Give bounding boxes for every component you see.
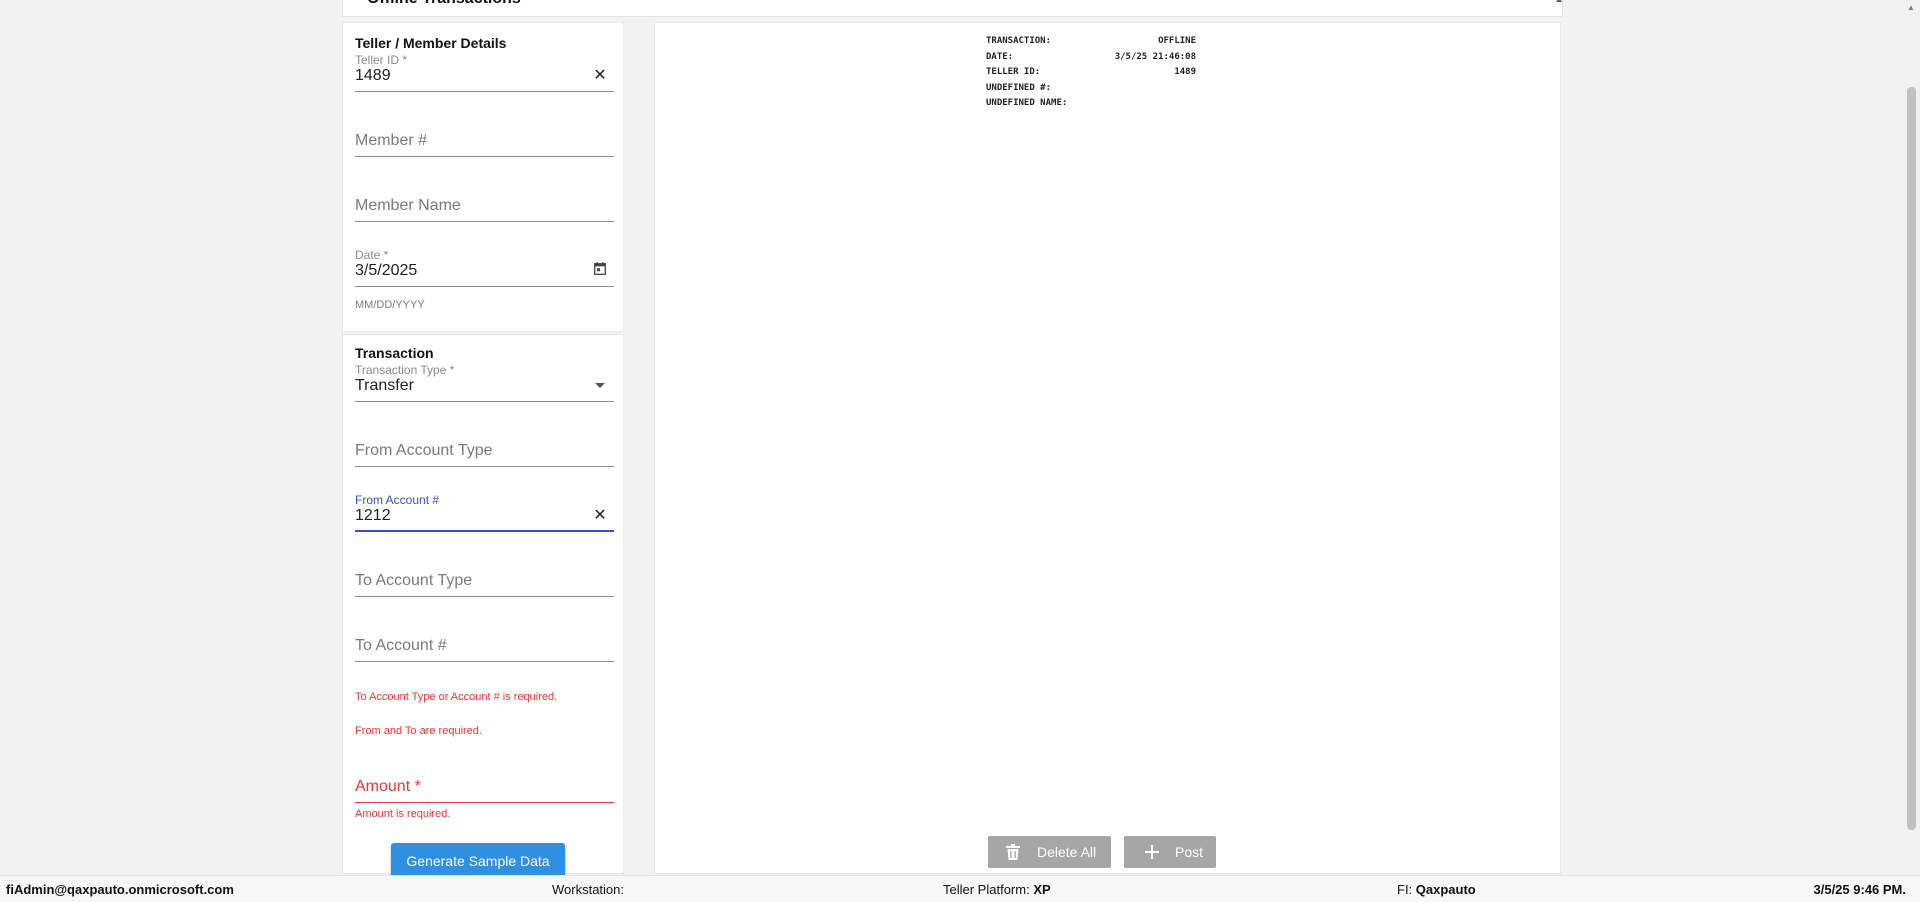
- generate-sample-data-button[interactable]: Generate Sample Data: [391, 843, 565, 879]
- workstation-info: Workstation:: [552, 882, 624, 897]
- page-title: Offline Transactions: [367, 0, 521, 8]
- receipt-value: OFFLINE: [1158, 36, 1196, 46]
- close-icon[interactable]: ✕: [592, 67, 608, 85]
- from-account-type-placeholder: From Account Type: [355, 442, 493, 459]
- fi-info: FI: Qaxpauto: [1397, 882, 1476, 897]
- post-label: Post: [1175, 844, 1204, 860]
- amount-placeholder: Amount *: [355, 778, 421, 795]
- amount-underline: [355, 802, 614, 803]
- teller-id-label: Teller ID *: [355, 53, 408, 67]
- date-format-helper: MM/DD/YYYY: [355, 299, 425, 311]
- receipt-preview: TRANSACTION: OFFLINE DATE: 3/5/25 21:46:…: [986, 36, 1196, 114]
- member-name-field[interactable]: Member Name: [355, 183, 614, 223]
- close-icon[interactable]: ✕: [592, 507, 608, 525]
- from-account-number-value: 1212: [355, 507, 391, 524]
- teller-id-field[interactable]: Teller ID * 1489 ✕: [355, 53, 614, 93]
- teller-id-underline: [355, 91, 614, 92]
- transaction-type-select[interactable]: Transaction Type * Transfer: [355, 363, 614, 403]
- fi-value: Qaxpauto: [1415, 882, 1476, 897]
- platform-value: XP: [1033, 882, 1051, 897]
- receipt-label: TELLER ID:: [986, 67, 1041, 77]
- receipt-row: TRANSACTION: OFFLINE: [986, 36, 1196, 52]
- to-account-number-underline: [355, 661, 614, 662]
- transaction-card: Transaction Transaction Type * Transfer …: [342, 334, 624, 879]
- post-button[interactable]: Post: [1124, 836, 1216, 868]
- receipt-label: UNDEFINED #:: [986, 82, 1052, 93]
- transaction-title: Transaction: [355, 345, 434, 361]
- teller-platform-info: Teller Platform: XP: [943, 882, 1051, 897]
- receipt-row: UNDEFINED NAME:: [986, 98, 1196, 114]
- date-label: Date *: [355, 248, 389, 262]
- to-account-required-error: To Account Type or Account # is required…: [355, 691, 558, 703]
- dropdown-arrow-icon[interactable]: [592, 377, 608, 395]
- receipt-row: TELLER ID: 1489: [986, 67, 1196, 83]
- member-number-underline: [355, 156, 614, 157]
- from-to-required-error: From and To are required.: [355, 725, 482, 737]
- teller-member-details-card: Teller / Member Details Teller ID * 1489…: [342, 22, 624, 332]
- vertical-scrollbar[interactable]: ▲: [1903, 0, 1920, 875]
- receipt-value: 3/5/25 21:46:08: [1114, 51, 1196, 62]
- from-account-number-field[interactable]: From Account # 1212 ✕: [355, 493, 614, 533]
- scroll-up-caret-icon: ▲: [1554, 0, 1562, 5]
- footer-datetime: 3/5/25 9:46 PM.: [1813, 882, 1907, 897]
- receipt-label: TRANSACTION:: [986, 36, 1052, 46]
- transaction-type-value: Transfer: [355, 377, 414, 394]
- to-account-type-placeholder: To Account Type: [355, 572, 473, 589]
- receipt-preview-card: TRANSACTION: OFFLINE DATE: 3/5/25 21:46:…: [654, 22, 1561, 874]
- receipt-label: DATE:: [986, 51, 1014, 62]
- from-account-number-label: From Account #: [355, 493, 440, 507]
- transaction-type-underline: [355, 401, 614, 402]
- teller-id-value: 1489: [355, 67, 391, 84]
- from-account-type-underline: [355, 466, 614, 467]
- date-field[interactable]: Date * 3/5/2025: [355, 248, 614, 288]
- to-account-number-placeholder: To Account #: [355, 637, 447, 654]
- member-number-field[interactable]: Member #: [355, 118, 614, 158]
- amount-field[interactable]: Amount *: [355, 764, 614, 804]
- transaction-type-label: Transaction Type *: [355, 363, 455, 377]
- plus-icon: [1144, 844, 1160, 860]
- member-name-placeholder: Member Name: [355, 197, 461, 214]
- member-number-placeholder: Member #: [355, 132, 428, 149]
- to-account-number-field[interactable]: To Account #: [355, 623, 614, 663]
- trash-icon: [1005, 844, 1021, 860]
- details-title: Teller / Member Details: [355, 35, 507, 51]
- from-account-number-underline: [355, 530, 614, 532]
- to-account-type-field[interactable]: To Account Type: [355, 558, 614, 598]
- date-value: 3/5/2025: [355, 262, 418, 279]
- scrollbar-thumb[interactable]: [1907, 87, 1916, 830]
- fi-label: FI:: [1397, 882, 1413, 897]
- delete-all-label: Delete All: [1037, 844, 1097, 860]
- receipt-value: 1489: [1174, 67, 1196, 77]
- current-user: fiAdmin@qaxpauto.onmicrosoft.com: [6, 882, 234, 897]
- from-account-type-field[interactable]: From Account Type: [355, 428, 614, 468]
- amount-required-error: Amount is required.: [355, 808, 451, 820]
- delete-all-button[interactable]: Delete All: [988, 836, 1111, 868]
- date-underline: [355, 286, 614, 287]
- to-account-type-underline: [355, 596, 614, 597]
- calendar-icon[interactable]: [592, 262, 608, 280]
- platform-label: Teller Platform:: [943, 882, 1030, 897]
- member-name-underline: [355, 221, 614, 222]
- receipt-row: DATE: 3/5/25 21:46:08: [986, 52, 1196, 68]
- scroll-up-arrow-icon[interactable]: ▲: [1907, 3, 1915, 12]
- status-bar: fiAdmin@qaxpauto.onmicrosoft.com Worksta…: [0, 875, 1920, 902]
- receipt-row: UNDEFINED #:: [986, 83, 1196, 99]
- workstation-label: Workstation:: [552, 882, 625, 897]
- receipt-label: UNDEFINED NAME:: [986, 98, 1068, 108]
- page-header: Offline Transactions ▲: [342, 0, 1563, 17]
